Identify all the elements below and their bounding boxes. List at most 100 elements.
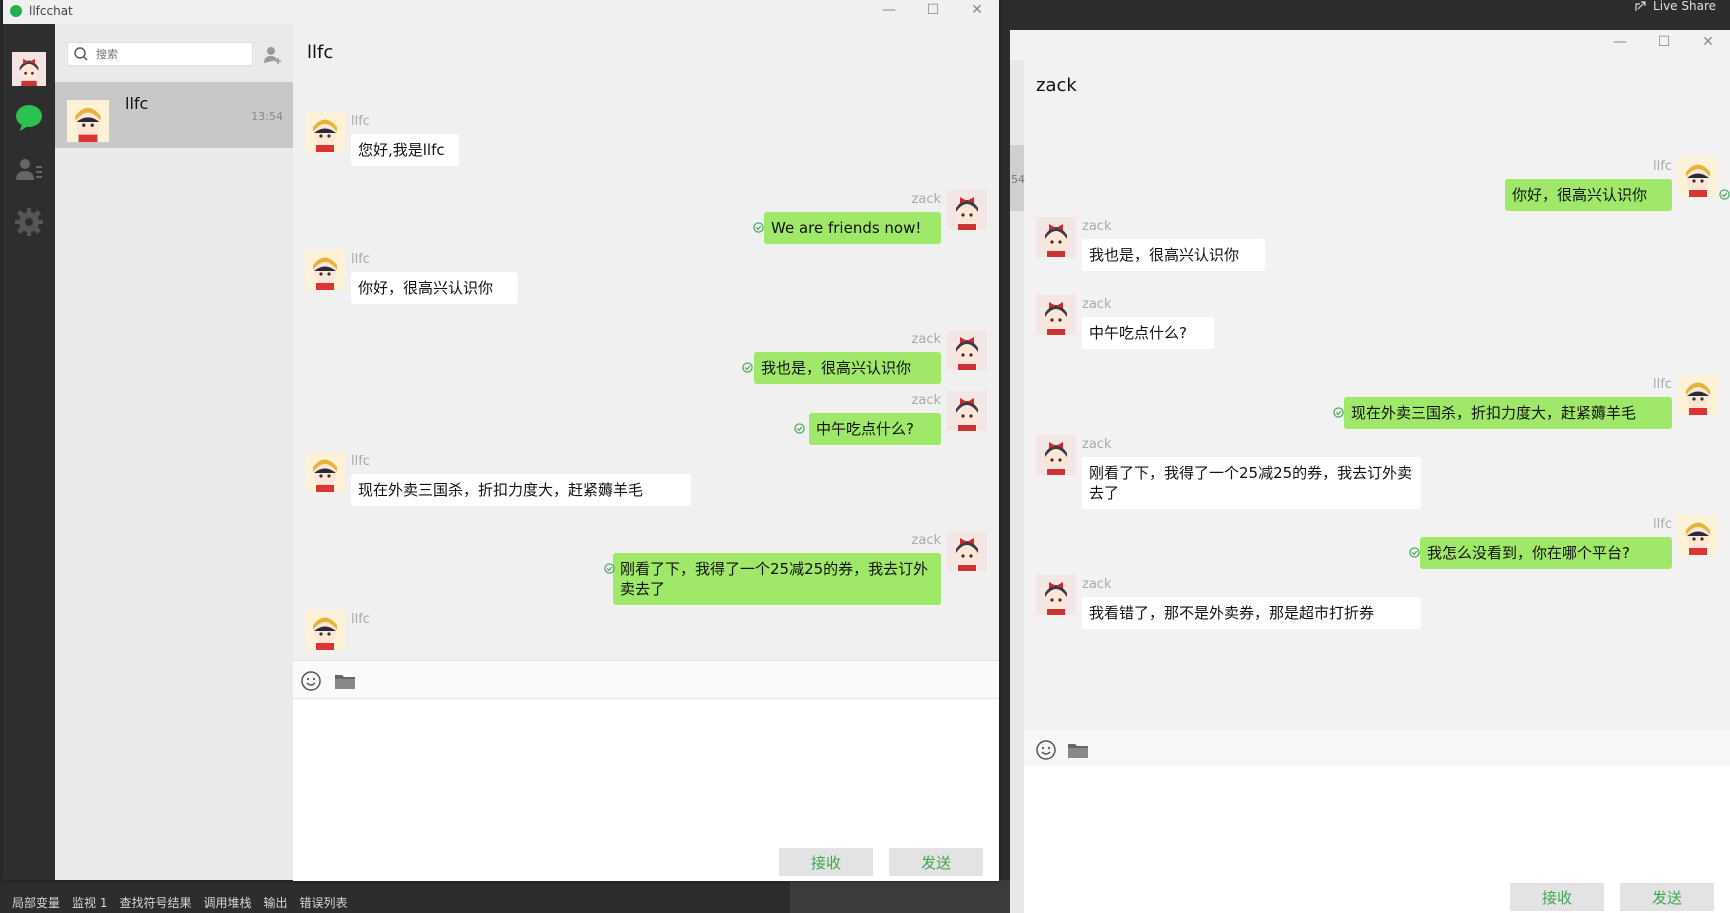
live-share-label: Live Share	[1653, 0, 1716, 13]
message-avatar	[1678, 157, 1718, 197]
message-sender: llfc	[351, 454, 370, 469]
message-avatar	[947, 330, 987, 370]
tab-locals[interactable]: 局部变量	[12, 894, 60, 911]
app-title: llfcchat	[29, 4, 73, 18]
message-avatar	[305, 112, 345, 152]
message-sender: zack	[1082, 219, 1112, 234]
add-friend-icon[interactable]	[262, 44, 284, 66]
sent-check-icon	[753, 222, 764, 233]
side-nav	[3, 24, 55, 880]
message-bubble[interactable]: 我也是，很高兴认识你	[754, 352, 941, 384]
chat-title: llfc	[307, 42, 334, 63]
message-sender: zack	[1082, 437, 1112, 452]
message-sender: zack	[911, 192, 941, 207]
window-controls: — ☐ ✕	[1598, 34, 1730, 50]
message-sender: llfc	[351, 114, 370, 129]
message-avatar	[305, 452, 345, 492]
sent-check-icon	[1333, 407, 1344, 418]
search-icon	[74, 47, 88, 61]
title-bar: llfcchat — ☐ ✕	[3, 0, 999, 24]
app-logo-icon	[10, 5, 22, 17]
minimize-icon[interactable]: —	[867, 2, 911, 18]
tab-error-list[interactable]: 错误列表	[300, 894, 348, 911]
message-bubble[interactable]: 你好，很高兴认识你	[351, 272, 518, 304]
message-avatar	[1036, 575, 1076, 615]
receive-button[interactable]: 接收	[1510, 883, 1604, 911]
message-sender: llfc	[1653, 377, 1672, 392]
maximize-icon[interactable]: ☐	[911, 2, 955, 18]
tab-output[interactable]: 输出	[264, 894, 288, 911]
message-bubble[interactable]: 我看错了，那不是外卖券，那是超市打折券	[1082, 597, 1421, 629]
tab-call-stack[interactable]: 调用堆栈	[203, 894, 251, 911]
contact-avatar	[67, 100, 109, 142]
message-bubble[interactable]: 现在外卖三国杀，折扣力度大，赶紧薅羊毛	[351, 474, 691, 506]
maximize-icon[interactable]: ☐	[1642, 34, 1686, 50]
receive-button[interactable]: 接收	[779, 848, 873, 876]
message-avatar	[1036, 217, 1076, 257]
message-bubble[interactable]: We are friends now!	[764, 212, 941, 244]
contact-item-llfc[interactable]: llfc 13:54	[55, 82, 293, 148]
message-avatar	[1036, 295, 1076, 335]
message-bubble[interactable]: 中午吃点什么?	[1082, 317, 1214, 349]
title-bar: — ☐ ✕	[1010, 30, 1730, 60]
close-icon[interactable]: ✕	[1686, 34, 1730, 50]
message-avatar	[305, 250, 345, 290]
chat-title: zack	[1036, 75, 1077, 96]
ide-top-bar: Live Share	[1000, 0, 1730, 30]
chat-window-llfc: llfcchat — ☐ ✕ llfc 13:54 llfc llfc您好	[3, 0, 999, 881]
message-avatar	[947, 190, 987, 230]
ide-panel-area	[790, 880, 1025, 913]
message-sender: zack	[911, 533, 941, 548]
ide-bottom-tabs: 局部变量 监视 1 查找符号结果 调用堆栈 输出 错误列表	[12, 894, 348, 911]
message-avatar	[947, 531, 987, 571]
contact-time: 54	[1011, 173, 1025, 186]
message-sender: zack	[911, 332, 941, 347]
sent-check-icon	[742, 362, 753, 373]
message-avatar	[947, 391, 987, 431]
chat-window-zack: — ☐ ✕ 54 zack llfc 你好，很高兴认识你 zack 我也是，很高兴认识…	[1010, 30, 1730, 913]
input-toolbar	[293, 660, 999, 699]
settings-gear-icon[interactable]	[13, 206, 45, 238]
message-bubble[interactable]: 中午吃点什么?	[809, 413, 941, 445]
input-toolbar	[1024, 730, 1730, 766]
chat-bubble-icon[interactable]	[13, 102, 45, 134]
contact-item-partial[interactable]: 54	[1010, 145, 1025, 211]
message-avatar	[1678, 515, 1718, 555]
send-button[interactable]: 发送	[889, 848, 983, 876]
message-bubble[interactable]: 刚看了下，我得了一个25减25的券，我去订外卖去了	[613, 553, 941, 605]
ide-bottom-panel: 局部变量 监视 1 查找符号结果 调用堆栈 输出 错误列表	[0, 880, 790, 913]
emoji-icon[interactable]	[1034, 738, 1058, 762]
live-share-button[interactable]: Live Share	[1635, 0, 1716, 13]
message-bubble[interactable]: 我也是，很高兴认识你	[1082, 239, 1265, 271]
tab-watch[interactable]: 监视 1	[72, 894, 107, 911]
message-list[interactable]: llfc 您好,我是llfc zack We are friends now! llfc…	[293, 86, 999, 660]
sent-check-icon	[794, 423, 805, 434]
message-sender: llfc	[1653, 159, 1672, 174]
sent-check-icon	[604, 563, 615, 574]
message-bubble[interactable]: 我怎么没看到，你在哪个平台?	[1420, 537, 1672, 569]
message-sender: zack	[1082, 297, 1112, 312]
send-button[interactable]: 发送	[1620, 883, 1714, 911]
minimize-icon[interactable]: —	[1598, 34, 1642, 50]
sent-check-icon	[1719, 189, 1730, 200]
contacts-icon[interactable]	[13, 154, 45, 186]
contact-name: llfc	[125, 94, 149, 113]
message-bubble[interactable]: 刚看了下，我得了一个25减25的券，我去订外卖去了	[1082, 457, 1421, 509]
user-avatar[interactable]	[12, 52, 46, 86]
search-box[interactable]	[67, 42, 253, 66]
search-input[interactable]	[94, 44, 248, 64]
folder-icon[interactable]	[333, 669, 357, 693]
message-bubble[interactable]: 您好,我是llfc	[351, 134, 459, 166]
message-sender: llfc	[1653, 517, 1672, 532]
message-sender: zack	[911, 393, 941, 408]
close-icon[interactable]: ✕	[955, 2, 999, 18]
message-bubble[interactable]: 你好，很高兴认识你	[1505, 179, 1672, 211]
contact-list: llfc 13:54	[55, 24, 293, 880]
message-sender: zack	[1082, 577, 1112, 592]
message-list[interactable]: llfc 你好，很高兴认识你 zack 我也是，很高兴认识你 zack 中午吃点什么? ll…	[1024, 125, 1730, 725]
emoji-icon[interactable]	[299, 669, 323, 693]
message-bubble[interactable]: 现在外卖三国杀，折扣力度大，赶紧薅羊毛	[1344, 397, 1672, 429]
message-sender: llfc	[351, 252, 370, 267]
tab-find-symbol[interactable]: 查找符号结果	[119, 894, 191, 911]
folder-icon[interactable]	[1066, 738, 1090, 762]
